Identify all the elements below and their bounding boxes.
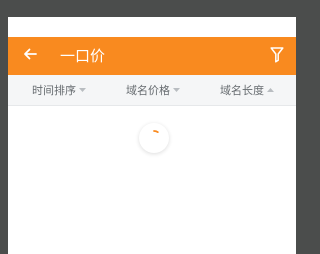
caret-up-icon [267,88,274,92]
domain-list-content [8,106,296,254]
top-app-bar: 一口价 [8,37,296,75]
page-title: 一口价 [60,47,106,65]
app-screen: 一口价 时间排序 域名价格 域名长度 [8,17,296,254]
sort-by-price-label: 域名价格 [126,84,170,97]
caret-down-icon [79,88,86,92]
status-strip [8,17,296,37]
caret-down-icon [173,88,180,92]
sort-by-time[interactable]: 时间排序 [32,82,86,98]
screenshot-frame: 一口价 时间排序 域名价格 域名长度 [0,0,320,254]
sort-by-time-label: 时间排序 [32,84,76,97]
filter-icon[interactable] [270,46,284,64]
sort-by-price[interactable]: 域名价格 [126,82,180,98]
sort-bar: 时间排序 域名价格 域名长度 [8,75,296,106]
loading-spinner [139,123,169,153]
sort-by-length-label: 域名长度 [220,84,264,97]
loading-spinner-icon [153,130,159,133]
arrow-left-icon[interactable] [22,46,38,62]
sort-by-length[interactable]: 域名长度 [220,82,274,98]
